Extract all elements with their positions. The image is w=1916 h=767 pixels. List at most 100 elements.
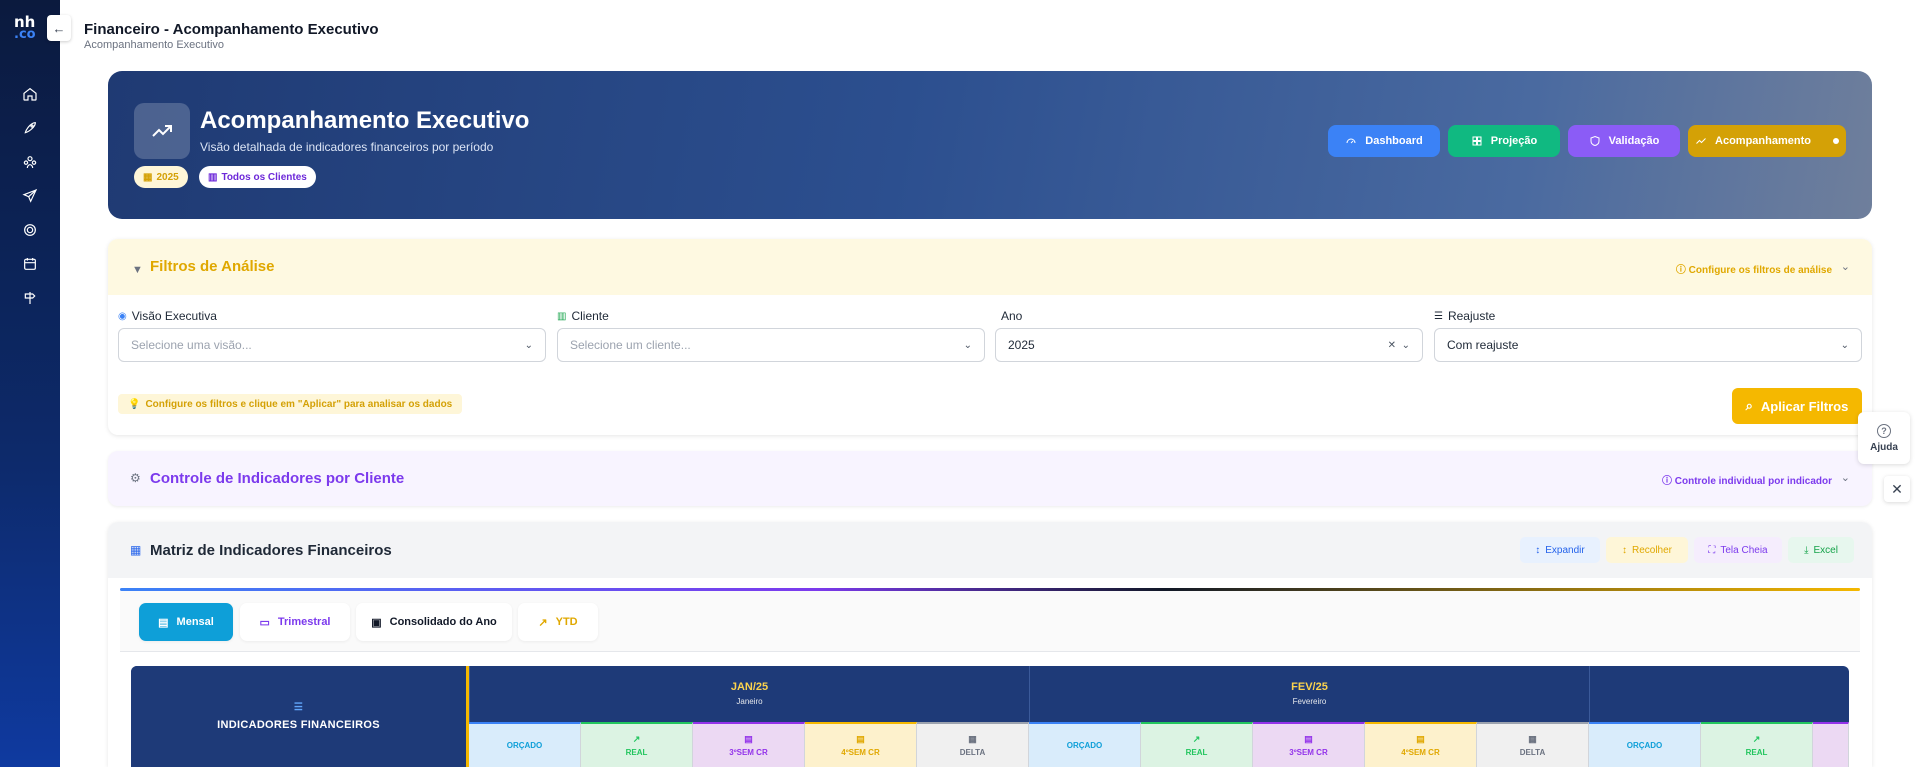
send-icon[interactable] xyxy=(20,186,40,206)
expand-label: Expandir xyxy=(1545,544,1585,556)
indicators-header-label: INDICADORES FINANCEIROS xyxy=(217,719,380,731)
validacao-button-label: Validação xyxy=(1608,135,1660,147)
col-label: DELTA xyxy=(1519,748,1546,757)
dashboard-button[interactable]: Dashboard xyxy=(1328,125,1440,157)
reajuste-select[interactable]: Com reajuste ⌄ xyxy=(1434,328,1862,362)
chevron-down-icon[interactable]: ⌄ xyxy=(1841,260,1850,273)
projecao-button-label: Projeção xyxy=(1490,135,1538,147)
col-3sem: ▤ 3ºSEM CR xyxy=(1253,722,1365,767)
close-button[interactable]: ✕ xyxy=(1884,476,1910,502)
col-orcado: ORÇADO xyxy=(1589,722,1701,767)
excel-label: Excel xyxy=(1813,544,1838,556)
logo[interactable]: nh .co xyxy=(14,15,46,44)
controle-hint: ⓘ Controle individual por indicador xyxy=(1661,476,1832,487)
chevron-down-icon[interactable]: ⌄ xyxy=(1841,471,1850,484)
col-label: ORÇADO xyxy=(1626,741,1663,750)
reajuste-label: ☰ Reajuste xyxy=(1434,309,1495,323)
tab-consolidado-label: Consolidado do Ano xyxy=(389,616,497,628)
chart-icon: ↗ xyxy=(1192,734,1201,744)
calculator-icon: ▦ xyxy=(968,734,977,744)
excel-button[interactable]: ⤓ Excel xyxy=(1788,537,1854,563)
projecao-button[interactable]: Projeção xyxy=(1448,125,1560,157)
visao-select[interactable]: Selecione uma visão... ⌄ xyxy=(118,328,546,362)
clear-and-chevron-icon[interactable]: ✕ ⌄ xyxy=(1388,340,1410,351)
month-name: Fevereiro xyxy=(1292,697,1327,706)
shield-icon xyxy=(1590,135,1600,147)
hero-title: Acompanhamento Executivo xyxy=(200,107,530,134)
download-icon: ⤓ xyxy=(1804,544,1809,556)
active-dot xyxy=(1832,138,1839,144)
reajuste-value: Com reajuste xyxy=(1447,338,1519,352)
filters-header[interactable]: ▼ Filtros de Análise ⓘ Configure os filt… xyxy=(108,239,1872,295)
col-real: ↗ REAL xyxy=(1141,722,1253,767)
tab-trimestral[interactable]: ▭ Trimestral xyxy=(240,603,350,641)
target-icon[interactable] xyxy=(20,220,40,240)
col-real: ↗ REAL xyxy=(581,722,693,767)
help-icon: ? xyxy=(1877,423,1891,438)
calendar-icon[interactable] xyxy=(20,254,40,274)
visao-label-text: Visão Executiva xyxy=(131,309,217,323)
acompanhamento-button-label: Acompanhamento xyxy=(1715,135,1811,147)
ano-label: Ano xyxy=(1001,309,1022,323)
apply-filters-button[interactable]: ⌕ Aplicar Filtros xyxy=(1732,388,1862,424)
ano-select[interactable]: 2025 ✕ ⌄ xyxy=(995,328,1423,362)
expand-button[interactable]: ↕ Expandir xyxy=(1520,537,1600,563)
cliente-select[interactable]: Selecione um cliente... ⌄ xyxy=(557,328,985,362)
col-label: REAL xyxy=(1745,748,1768,757)
chevron-down-icon: ⌄ xyxy=(1840,339,1849,351)
users-icon[interactable] xyxy=(20,152,40,172)
collapse-label: Recolher xyxy=(1631,544,1673,556)
matrix-title: Matriz de Indicadores Financeiros xyxy=(150,542,392,559)
filters-hint-text: Configure os filtros de análise xyxy=(1688,265,1832,276)
ano-value: 2025 xyxy=(1008,338,1035,352)
filters-note: 💡 Configure os filtros e clique em "Apli… xyxy=(118,394,463,414)
filters-panel: ▼ Filtros de Análise ⓘ Configure os filt… xyxy=(108,239,1872,435)
tab-mensal[interactable]: ▤ Mensal xyxy=(139,603,233,641)
filter-icon: ▼ xyxy=(132,264,143,276)
acompanhamento-button[interactable]: Acompanhamento xyxy=(1688,125,1846,157)
col-4sem: ▤ 4ºSEM CR xyxy=(1365,722,1477,767)
expand-icon: ↕ xyxy=(1535,544,1541,556)
col-label: 3ºSEM CR xyxy=(1289,748,1328,757)
col-label: 4ºSEM CR xyxy=(1401,748,1440,757)
fullscreen-label: Tela Cheia xyxy=(1720,544,1768,556)
calendar-icon: ▤ xyxy=(1416,734,1425,744)
arrow-left-icon: ← xyxy=(52,20,66,36)
sidebar-collapse-button[interactable]: ← xyxy=(47,15,71,41)
close-icon: ✕ xyxy=(1891,480,1903,497)
calendar-icon: ▤ xyxy=(856,734,865,744)
signpost-icon[interactable] xyxy=(20,288,40,308)
cliente-label: ▥ Cliente xyxy=(557,309,609,323)
col-orcado: ORÇADO xyxy=(469,722,581,767)
eye-icon: ◉ xyxy=(118,310,127,322)
sidebar: nh .co xyxy=(0,0,60,767)
home-icon[interactable] xyxy=(20,84,40,104)
col-label: REAL xyxy=(1185,748,1208,757)
calendar-check-icon: ▣ xyxy=(371,616,382,629)
tab-consolidado[interactable]: ▣ Consolidado do Ano xyxy=(356,603,512,641)
year-chip: ▦ 2025 xyxy=(134,166,188,188)
col-label: REAL xyxy=(625,748,648,757)
controle-title: Controle de Indicadores por Cliente xyxy=(150,470,405,487)
list-icon: ☰ xyxy=(293,702,304,713)
grid-icon xyxy=(1472,136,1482,146)
indicators-header: ☰ INDICADORES FINANCEIROS xyxy=(131,666,466,767)
fullscreen-button[interactable]: ⛶ Tela Cheia xyxy=(1694,537,1782,563)
help-button[interactable]: ? Ajuda xyxy=(1858,412,1910,464)
gauge-icon xyxy=(1346,138,1356,144)
collapse-button[interactable]: ↕ Recolher xyxy=(1606,537,1688,563)
filters-note-text: Configure os filtros e clique em "Aplica… xyxy=(145,398,453,410)
page-title: Financeiro - Acompanhamento Executivo xyxy=(84,21,379,38)
trending-up-icon xyxy=(1696,138,1706,144)
tab-ytd[interactable]: ↗ YTD xyxy=(518,603,598,641)
month-header xyxy=(1589,666,1849,722)
validacao-button[interactable]: Validação xyxy=(1568,125,1680,157)
col-label: 3ºSEM CR xyxy=(729,748,768,757)
month-header: JAN/25 Janeiro xyxy=(469,666,1029,722)
table-icon: ▦ xyxy=(130,543,142,557)
controle-panel[interactable]: ⚙ Controle de Indicadores por Cliente ⓘ … xyxy=(108,451,1872,506)
col-orcado: ORÇADO xyxy=(1029,722,1141,767)
rocket-icon[interactable] xyxy=(20,118,40,138)
col-label: 4ºSEM CR xyxy=(841,748,880,757)
tab-trimestral-label: Trimestral xyxy=(277,616,331,628)
